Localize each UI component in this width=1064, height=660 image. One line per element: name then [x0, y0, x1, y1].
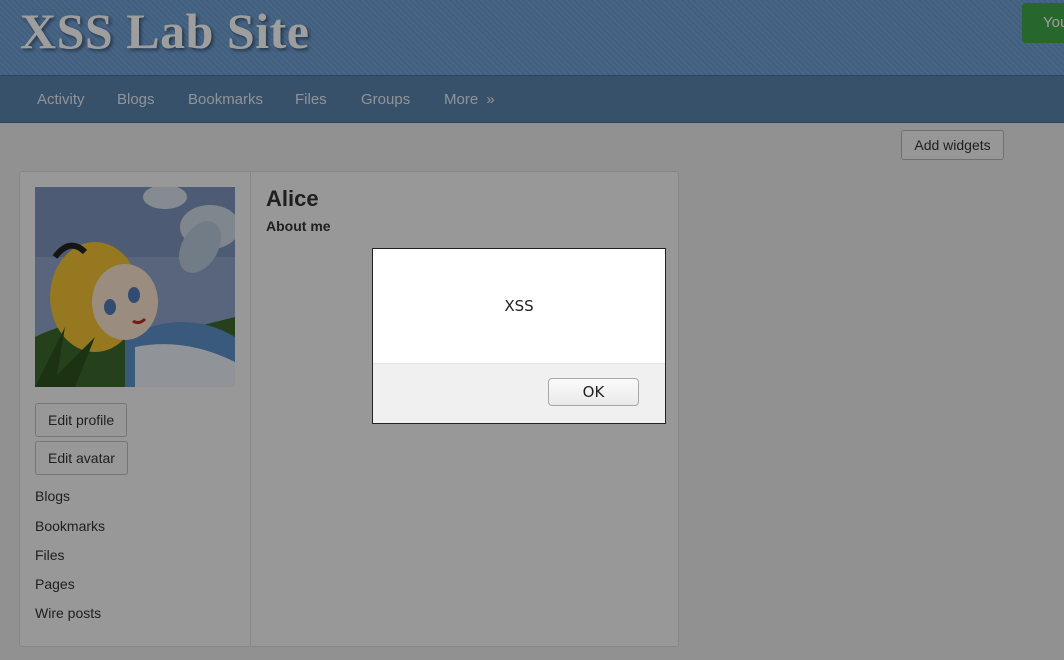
alert-footer: OK [373, 363, 665, 423]
alert-message: XSS [504, 297, 534, 315]
ok-button[interactable]: OK [548, 378, 639, 406]
alert-dialog: XSS OK [372, 248, 666, 424]
